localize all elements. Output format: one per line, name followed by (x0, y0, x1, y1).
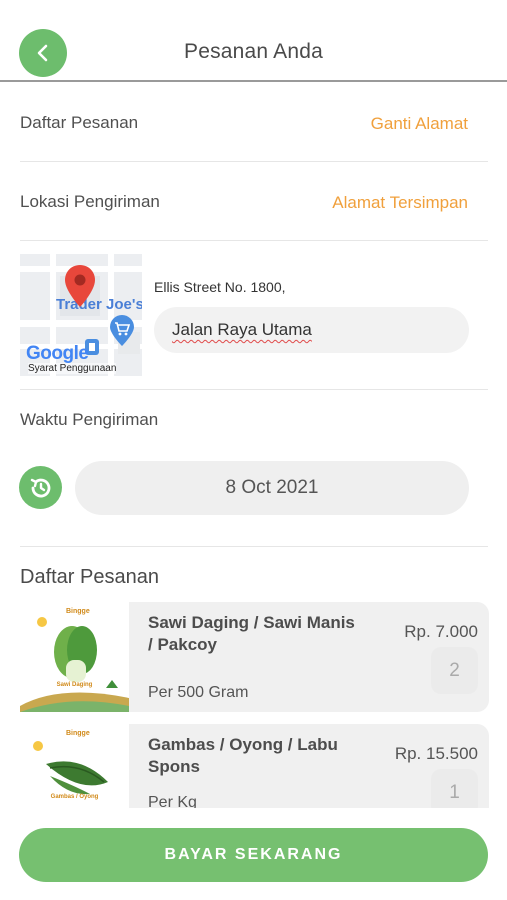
brand-logo: Bingge (66, 608, 90, 615)
item-quantity[interactable]: 2 (431, 647, 478, 694)
brand-logo: Bingge (66, 730, 90, 737)
item-price: Rp. 15.500 (394, 744, 478, 763)
order-list-title: Daftar Pesanan (20, 566, 159, 588)
list-item[interactable]: Bingge Sawi Daging Sawi Daging / Sawi Ma… (20, 602, 489, 712)
saved-address-link[interactable]: Alamat Tersimpan (332, 193, 468, 213)
google-logo: Google (26, 343, 89, 364)
delivery-time-label: Waktu Pengiriman (20, 410, 159, 429)
order-row-label: Daftar Pesanan (20, 113, 139, 132)
product-image-caption: Gambas / Oyong (50, 794, 99, 800)
time-picker-button[interactable] (19, 466, 62, 509)
map-thumbnail[interactable]: Trader Joe's Google Syarat Penggunaan (20, 254, 142, 376)
item-name: Sawi Daging / Sawi Manis / Pakcoy (148, 613, 355, 654)
shopping-cart-icon (110, 315, 134, 346)
item-name: Gambas / Oyong / Labu Spons (148, 735, 338, 776)
product-image: Bingge Sawi Daging (20, 602, 129, 712)
list-item[interactable]: Bingge Gambas / Oyong Gambas / Oyong / L… (20, 724, 489, 808)
address-input-value[interactable]: Jalan Raya Utama (172, 320, 312, 340)
address-text: Ellis Street No. 1800, (154, 279, 286, 295)
item-unit: Per Kg (148, 794, 197, 808)
app-header: Pesanan Anda (0, 0, 507, 82)
location-row: Lokasi Pengiriman Alamat Tersimpan (20, 162, 488, 241)
item-card: Sawi Daging / Sawi Manis / Pakcoy Per 50… (129, 602, 489, 712)
order-row: Daftar Pesanan Ganti Alamat (20, 82, 488, 162)
location-pin-icon (65, 265, 95, 307)
item-quantity[interactable]: 1 (431, 769, 478, 808)
map-terms-link[interactable]: Syarat Penggunaan (28, 363, 117, 374)
pay-now-button[interactable]: BAYAR SEKARANG (19, 828, 488, 882)
location-row-label: Lokasi Pengiriman (20, 192, 160, 211)
delivery-date-field[interactable]: 8 Oct 2021 (75, 461, 469, 515)
page-title: Pesanan Anda (183, 40, 324, 63)
product-image: Bingge Gambas / Oyong (20, 724, 129, 808)
change-address-link[interactable]: Ganti Alamat (371, 114, 468, 134)
item-unit: Per 500 Gram (148, 684, 249, 701)
order-list[interactable]: Bingge Sawi Daging Sawi Daging / Sawi Ma… (0, 600, 507, 808)
product-image-caption: Sawi Daging (56, 682, 93, 688)
history-icon (30, 478, 50, 497)
pakcoy-image (20, 602, 129, 712)
item-price: Rp. 7.000 (404, 622, 478, 641)
item-card: Gambas / Oyong / Labu Spons Per Kg Rp. 1… (129, 724, 489, 808)
